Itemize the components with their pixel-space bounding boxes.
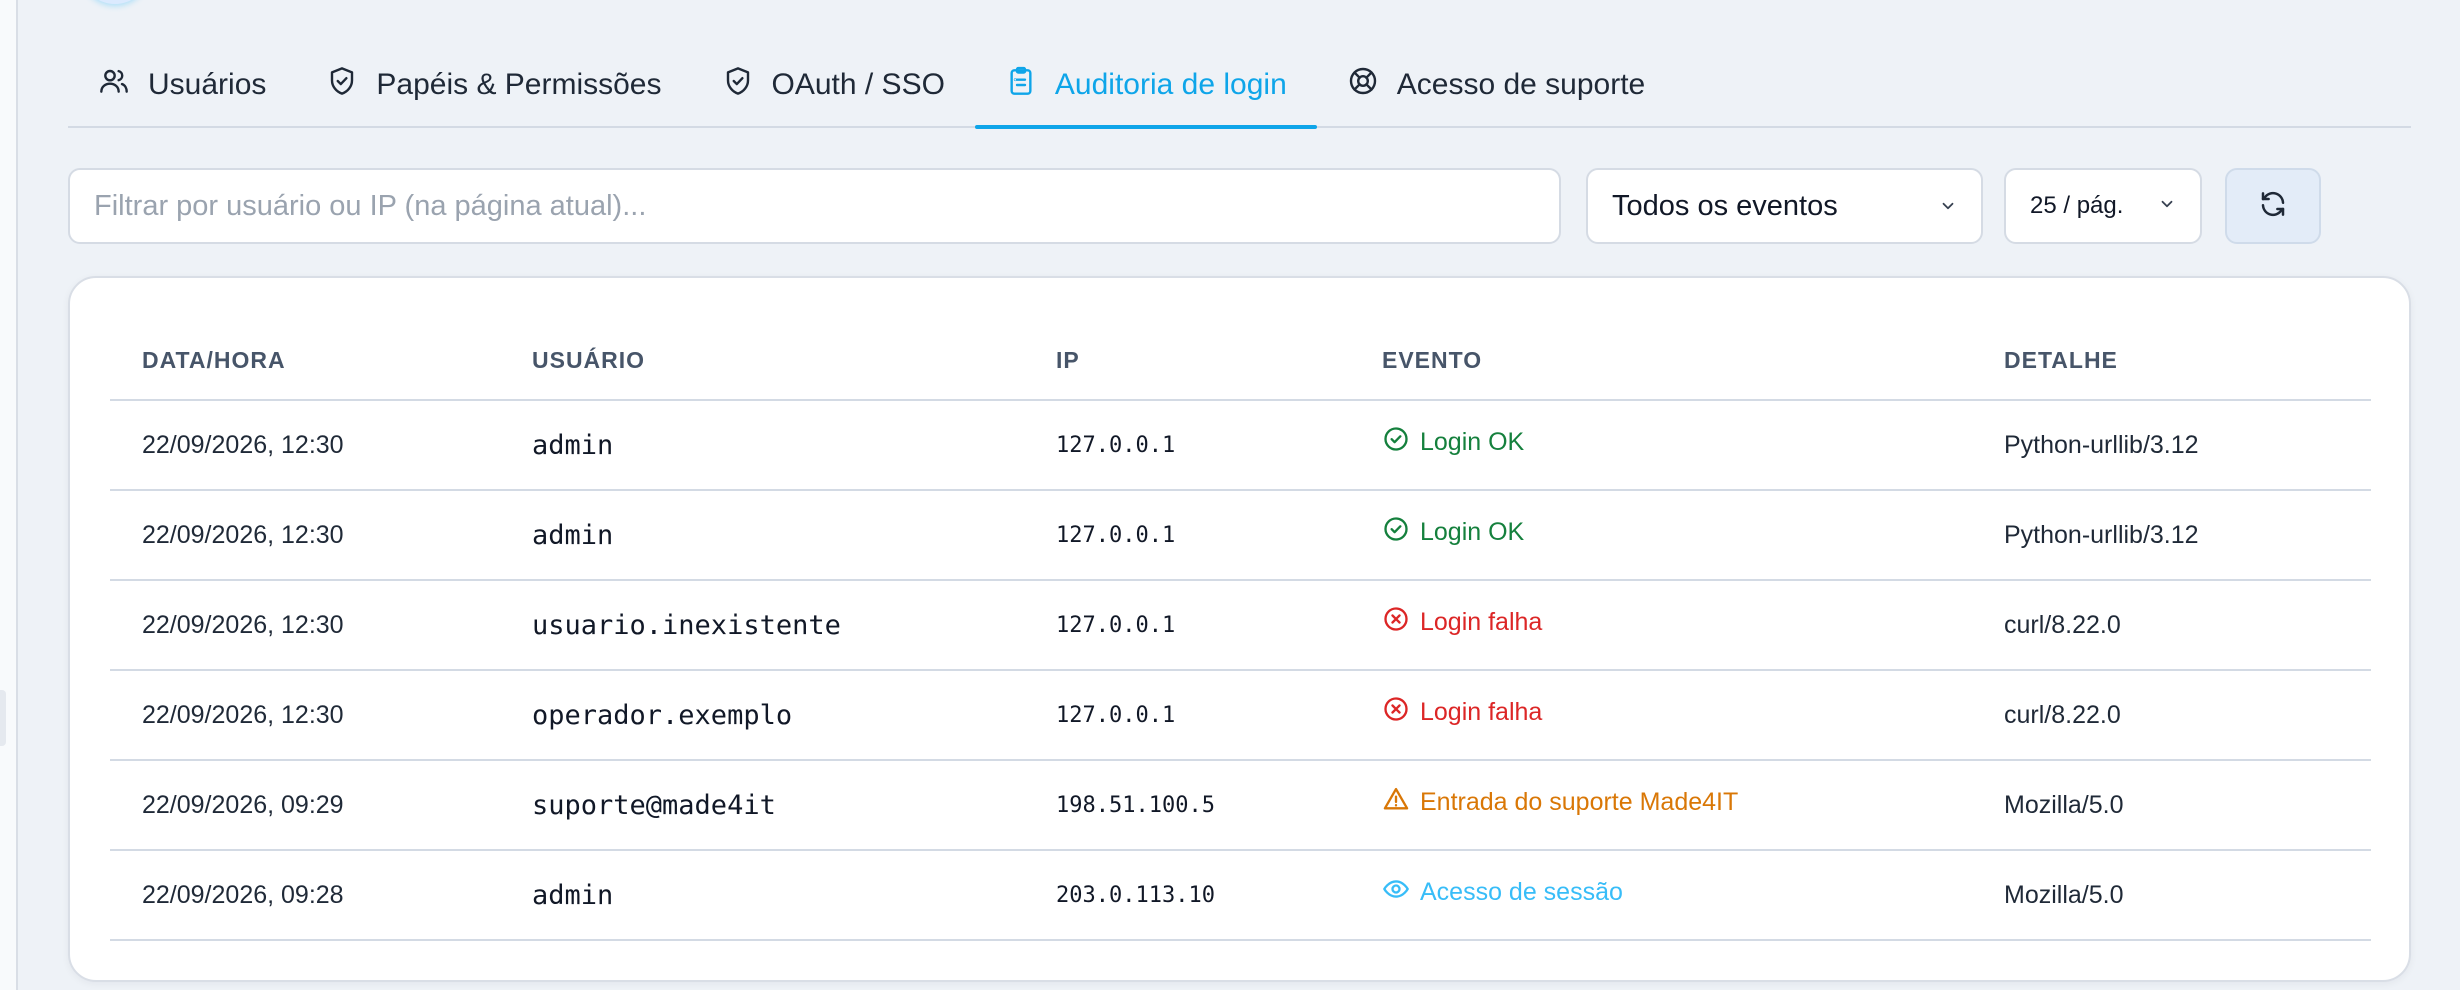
tab-label: Auditoria de login [1054, 68, 1287, 101]
cell-event: Entrada do suporte Made4IT [1350, 760, 1972, 851]
search-input[interactable] [68, 168, 1561, 244]
event-filter-select[interactable]: Todos os eventos [1586, 168, 1983, 244]
event-label: Acesso de sessão [1420, 877, 1623, 906]
tab-label: OAuth / SSO [771, 68, 945, 101]
refresh-icon [2258, 189, 2288, 224]
table-row[interactable]: 22/09/2026, 09:29 suporte@made4it 198.51… [110, 760, 2371, 851]
cell-ip: 127.0.0.1 [1024, 670, 1350, 761]
table-row[interactable]: 22/09/2026, 09:28 admin 203.0.113.10 Ace… [110, 850, 2371, 941]
chevron-down-icon [2158, 192, 2176, 220]
audit-table: DATA/HORA USUÁRIO IP EVENTO DETALHE 22/0… [110, 322, 2371, 941]
audit-table-card: DATA/HORA USUÁRIO IP EVENTO DETALHE 22/0… [68, 276, 2411, 982]
tab-usuarios[interactable]: Usuários [68, 44, 296, 126]
cell-event: Login OK [1350, 490, 1972, 581]
check-circle-icon [1382, 425, 1410, 460]
cell-datetime: 22/09/2026, 09:28 [110, 850, 500, 941]
cell-datetime: 22/09/2026, 12:30 [110, 670, 500, 761]
event-label: Entrada do suporte Made4IT [1420, 787, 1739, 816]
page-size-value: 25 / pág. [2030, 192, 2124, 219]
cell-user: admin [500, 490, 1024, 581]
column-header-detail[interactable]: DETALHE [1972, 322, 2371, 401]
cell-datetime: 22/09/2026, 09:29 [110, 760, 500, 851]
avatar [80, 0, 150, 4]
tab-oauth-sso[interactable]: OAuth / SSO [692, 44, 975, 126]
cell-detail: Python-urllib/3.12 [1972, 400, 2371, 491]
cell-user: usuario.inexistente [500, 580, 1024, 671]
table-header-row: DATA/HORA USUÁRIO IP EVENTO DETALHE [110, 322, 2371, 401]
event-badge: Login falha [1382, 605, 1542, 640]
event-badge: Entrada do suporte Made4IT [1382, 785, 1738, 820]
check-circle-icon [1382, 515, 1410, 550]
column-header-ip[interactable]: IP [1024, 322, 1350, 401]
cell-user: admin [500, 400, 1024, 491]
cell-datetime: 22/09/2026, 12:30 [110, 490, 500, 581]
users-icon [98, 65, 130, 105]
table-row[interactable]: 22/09/2026, 12:30 operador.exemplo 127.0… [110, 670, 2371, 761]
warning-triangle-icon [1382, 785, 1410, 820]
tab-bar: Usuários Papéis & Permissões OAuth / SSO… [68, 44, 2411, 129]
x-circle-icon [1382, 695, 1410, 730]
x-circle-icon [1382, 605, 1410, 640]
shield-check-icon [722, 65, 754, 105]
event-label: Login falha [1420, 607, 1543, 636]
cell-detail: curl/8.22.0 [1972, 580, 2371, 671]
event-filter-value: Todos os eventos [1612, 189, 1838, 222]
cell-detail: curl/8.22.0 [1972, 670, 2371, 761]
clipboard-list-icon [1005, 65, 1037, 105]
cell-detail: Mozilla/5.0 [1972, 850, 2371, 941]
tab-acesso-suporte[interactable]: Acesso de suporte [1317, 44, 1675, 126]
event-badge: Login OK [1382, 515, 1524, 550]
tab-papeis-permissoes[interactable]: Papéis & Permissões [296, 44, 691, 126]
cell-datetime: 22/09/2026, 12:30 [110, 580, 500, 671]
shield-check-icon [326, 65, 358, 105]
cell-user: admin [500, 850, 1024, 941]
lifebuoy-icon [1347, 65, 1379, 105]
tab-label: Usuários [148, 68, 267, 101]
refresh-button[interactable] [2225, 168, 2321, 244]
tab-label: Papéis & Permissões [376, 68, 662, 101]
filter-toolbar: Todos os eventos 25 / pág. [68, 168, 2411, 244]
cell-detail: Python-urllib/3.12 [1972, 490, 2371, 581]
cell-ip: 203.0.113.10 [1024, 850, 1350, 941]
column-header-datetime[interactable]: DATA/HORA [110, 322, 500, 401]
chevron-down-icon [1939, 190, 1957, 223]
column-header-user[interactable]: USUÁRIO [500, 322, 1024, 401]
cell-user: suporte@made4it [500, 760, 1024, 851]
rail-handle [0, 690, 6, 746]
event-badge: Acesso de sessão [1382, 875, 1623, 910]
table-row[interactable]: 22/09/2026, 12:30 admin 127.0.0.1 Login … [110, 490, 2371, 581]
eye-icon [1382, 875, 1410, 910]
cell-user: operador.exemplo [500, 670, 1024, 761]
left-rail [0, 0, 18, 990]
page-size-select[interactable]: 25 / pág. [2004, 168, 2202, 244]
cell-datetime: 22/09/2026, 12:30 [110, 400, 500, 491]
cell-detail: Mozilla/5.0 [1972, 760, 2371, 851]
column-header-event[interactable]: EVENTO [1350, 322, 1972, 401]
table-row[interactable]: 22/09/2026, 12:30 usuario.inexistente 12… [110, 580, 2371, 671]
tab-label: Acesso de suporte [1396, 68, 1646, 101]
cell-event: Login falha [1350, 670, 1972, 761]
cell-ip: 127.0.0.1 [1024, 580, 1350, 671]
cell-event: Acesso de sessão [1350, 850, 1972, 941]
event-label: Login OK [1420, 517, 1525, 546]
event-badge: Login OK [1382, 425, 1524, 460]
cell-event: Login falha [1350, 580, 1972, 671]
cell-ip: 127.0.0.1 [1024, 490, 1350, 581]
cell-ip: 127.0.0.1 [1024, 400, 1350, 491]
cell-ip: 198.51.100.5 [1024, 760, 1350, 851]
event-badge: Login falha [1382, 695, 1542, 730]
event-label: Login OK [1420, 427, 1525, 456]
tab-auditoria-login[interactable]: Auditoria de login [974, 44, 1317, 129]
cell-event: Login OK [1350, 400, 1972, 491]
event-label: Login falha [1420, 697, 1543, 726]
table-row[interactable]: 22/09/2026, 12:30 admin 127.0.0.1 Login … [110, 400, 2371, 491]
